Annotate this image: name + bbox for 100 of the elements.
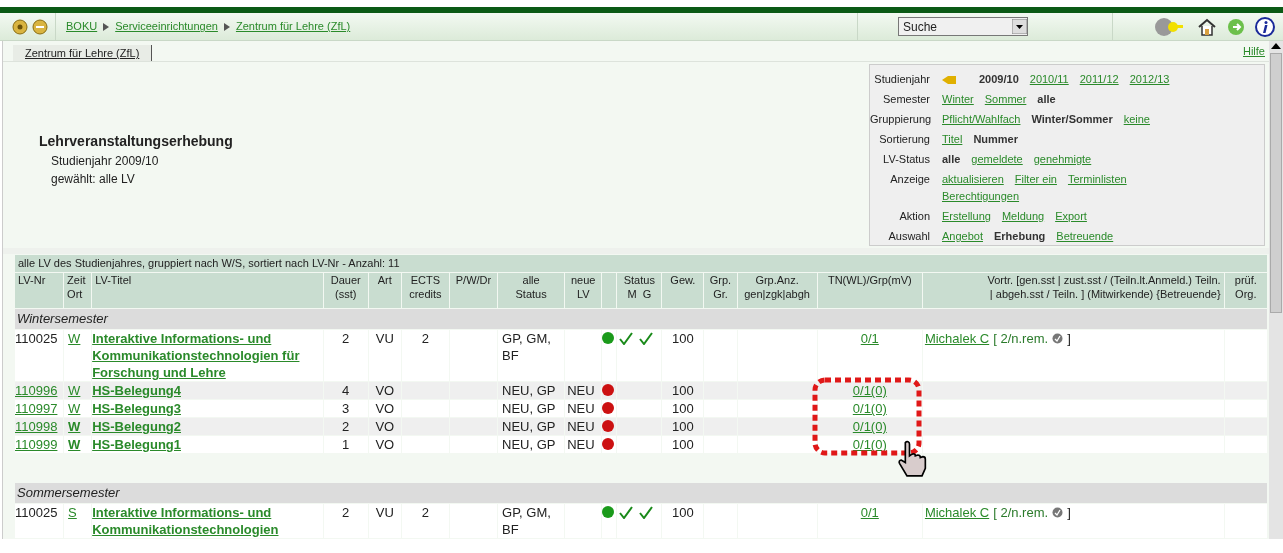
info-icon[interactable] xyxy=(1255,16,1275,37)
home-icon[interactable] xyxy=(1197,16,1217,37)
course-title-link[interactable]: HS-Belegung2 xyxy=(92,418,305,435)
course-number-link[interactable]: 110999 xyxy=(15,437,58,452)
column-header: alle Status xyxy=(498,273,565,308)
course-number-link[interactable]: 110998 xyxy=(15,419,58,434)
filter-link[interactable]: Pflicht/Wahlfach xyxy=(942,111,1021,128)
filter-option-selected: Winter/Sommer xyxy=(1031,112,1113,127)
participants-link[interactable]: 0/1 xyxy=(860,331,879,346)
course-number-link[interactable]: 110996 xyxy=(15,383,58,398)
filter-link[interactable]: keine xyxy=(1123,111,1150,128)
column-header: ECTS credits xyxy=(401,273,449,308)
filter-link[interactable]: 2010/11 xyxy=(1029,71,1069,88)
bracket-text: ] xyxy=(1067,330,1071,347)
filter-link[interactable]: 2012/13 xyxy=(1129,71,1170,88)
column-header: LV-Titel xyxy=(92,273,323,308)
filter-link[interactable]: Sommer xyxy=(984,91,1027,108)
table-cell: 100 xyxy=(662,382,704,399)
table-cell: 3 xyxy=(323,400,368,417)
hand-cursor-icon xyxy=(895,440,929,480)
circle-icon[interactable] xyxy=(12,18,28,35)
filter-link[interactable]: Winter xyxy=(942,91,974,108)
filter-link[interactable]: Titel xyxy=(942,131,963,148)
course-title-link[interactable]: Interaktive Informations- und Kommunikationstechnologien für Forschung und Lehre xyxy=(92,330,305,381)
filter-option-selected: Nummer xyxy=(973,132,1018,147)
course-title-link[interactable]: HS-Belegung4 xyxy=(92,382,305,399)
time-place-link[interactable]: W xyxy=(68,401,81,416)
filter-link[interactable]: aktualisieren xyxy=(942,171,1004,188)
filter-link[interactable]: Export xyxy=(1055,208,1087,225)
filter-link[interactable]: Betreuende xyxy=(1056,228,1114,245)
time-place-link[interactable]: S xyxy=(68,505,77,520)
filter-link[interactable]: 2011/12 xyxy=(1079,71,1119,88)
scroll-up-arrow-icon[interactable] xyxy=(1270,41,1282,51)
filter-link[interactable]: Angebot xyxy=(942,228,983,245)
table-cell: VO xyxy=(368,382,401,399)
table-cell: NEU, GP xyxy=(498,382,565,399)
participants-link[interactable]: 0/1 xyxy=(860,505,879,520)
column-header: Vortr. [gen.sst | zust.sst / (Teiln.lt.Anmeld.) Teiln. | abgeh.sst / Teiln. ] (Mitwirkende) {Betreuende} xyxy=(922,273,1224,308)
time-place-link[interactable]: W xyxy=(68,331,81,346)
time-place-link[interactable]: W xyxy=(68,419,81,434)
lecturer-hours: [ 2/n.rem. xyxy=(993,330,1049,347)
filter-link[interactable]: genehmigte xyxy=(1033,151,1092,168)
lecturer-link[interactable]: Michalek C xyxy=(924,330,990,347)
filter-link[interactable]: Berechtigungen xyxy=(942,188,1020,205)
column-header: prüf. Org. xyxy=(1224,273,1267,308)
lecturer-hours: [ 2/n.rem. xyxy=(993,504,1049,521)
participants-link[interactable]: 0/1(0) xyxy=(852,437,887,452)
time-place-link[interactable]: W xyxy=(68,437,81,452)
table-cell: 2 xyxy=(401,504,449,538)
filter-label: Anzeige xyxy=(889,172,931,187)
table-cell: VU xyxy=(368,330,401,381)
bracket-text: ] xyxy=(1067,504,1071,521)
breadcrumb-link[interactable]: Zentrum für Lehre (ZfL) xyxy=(235,18,351,35)
course-title-link[interactable]: HS-Belegung1 xyxy=(92,436,305,453)
table-cell: NEU xyxy=(565,382,602,399)
table-cell: 2 xyxy=(323,504,368,538)
check-circle-icon xyxy=(1052,507,1064,518)
course-title-link[interactable]: Interaktive Informations- und Kommunikationstechnologien xyxy=(92,504,305,538)
table-cell: NEU, GP xyxy=(498,418,565,435)
table-cell: NEU, GP xyxy=(498,400,565,417)
scrollbar-thumb[interactable] xyxy=(1270,53,1282,313)
course-title-link[interactable]: HS-Belegung3 xyxy=(92,400,305,417)
filter-label: Gruppierung xyxy=(870,112,933,127)
table-cell: 2 xyxy=(323,418,368,435)
table-cell: NEU xyxy=(565,436,602,453)
filter-link[interactable]: Filter ein xyxy=(1014,171,1057,188)
filter-link[interactable]: gemeldete xyxy=(971,151,1023,168)
table-cell: VO xyxy=(368,400,401,417)
table-cell: VO xyxy=(368,436,401,453)
participants-link[interactable]: 0/1(0) xyxy=(852,383,887,398)
filter-label: Semester xyxy=(881,92,931,107)
table-cell: 2 xyxy=(323,330,368,381)
column-header: Zeit Ort xyxy=(64,273,92,308)
table-cell xyxy=(704,504,737,538)
filter-label: Studienjahr xyxy=(873,72,931,87)
table-cell: GP, GM, BF xyxy=(498,504,565,538)
course-number-link[interactable]: 110997 xyxy=(15,401,58,416)
group-heading: Sommersemester xyxy=(17,485,120,501)
dropdown-arrow-icon[interactable] xyxy=(1012,19,1027,34)
breadcrumb-link[interactable]: Serviceeinrichtungen xyxy=(115,18,218,35)
tab[interactable]: Zentrum für Lehre (ZfL) xyxy=(13,45,153,61)
table-cell: VO xyxy=(368,418,401,435)
participants-link[interactable]: 0/1(0) xyxy=(852,401,887,416)
lecturer-link[interactable]: Michalek C xyxy=(924,504,990,521)
filter-label: Auswahl xyxy=(887,229,931,244)
filter-option-selected: 2009/10 xyxy=(979,72,1019,87)
group-heading: Wintersemester xyxy=(17,311,108,327)
table-cell: 2 xyxy=(401,330,449,381)
search-dropdown[interactable]: Suche xyxy=(898,17,1028,36)
column-header: Grp.Anz. gen|zgk|abgh xyxy=(737,273,817,308)
column-header: Dauer (sst) xyxy=(323,273,368,308)
filter-link[interactable]: Terminlisten xyxy=(1067,171,1127,188)
participants-link[interactable]: 0/1(0) xyxy=(852,419,887,434)
time-place-link[interactable]: W xyxy=(68,383,81,398)
filter-link[interactable]: Erstellung xyxy=(942,208,991,225)
filter-link[interactable]: Meldung xyxy=(1001,208,1045,225)
help-link[interactable]: Hilfe xyxy=(1243,42,1265,60)
breadcrumb-link[interactable]: BOKU xyxy=(66,18,98,35)
check-circle-icon xyxy=(1052,333,1064,344)
table-cell: 100 xyxy=(662,504,704,538)
